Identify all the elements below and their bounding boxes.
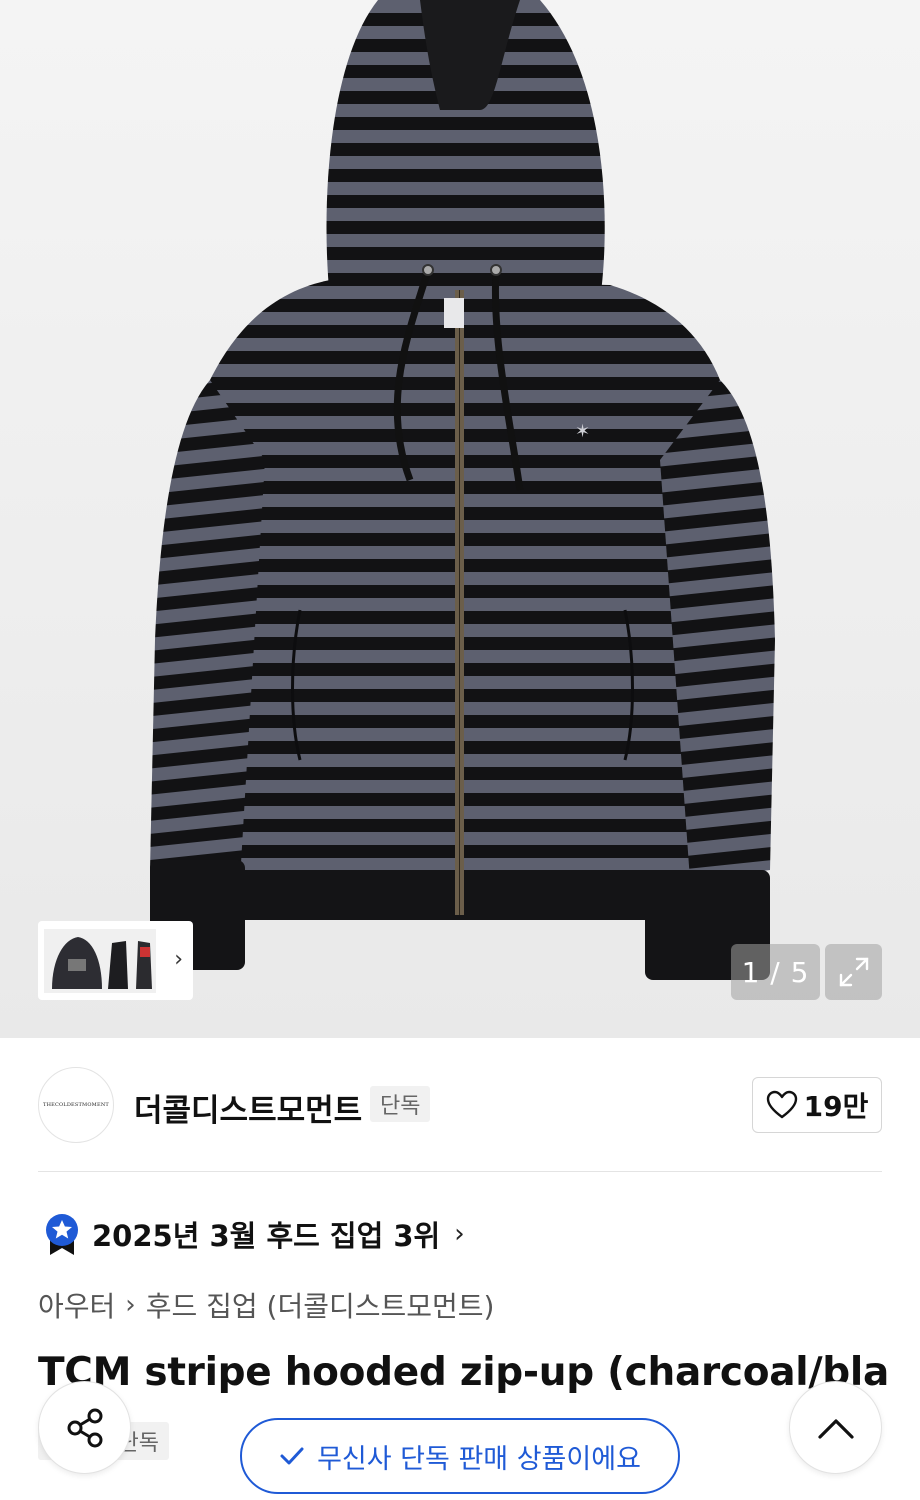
- check-icon: [280, 1447, 304, 1465]
- product-photo: ✶: [150, 0, 775, 980]
- expand-button[interactable]: [825, 944, 882, 1000]
- brand-logo-text: THECOLDESTMOMENT: [43, 1102, 109, 1108]
- brand-logo[interactable]: THECOLDESTMOMENT: [38, 1067, 114, 1143]
- ranking-link[interactable]: 2025년 3월 후드 집업 3위 ›: [44, 1212, 465, 1256]
- brand-row: THECOLDESTMOMENT 더콜디스트모먼트 단독 19만: [38, 1067, 882, 1143]
- exclusive-notice-text: 무신사 단독 판매 상품이에요: [317, 1443, 641, 1475]
- expand-icon: [839, 957, 868, 987]
- chevron-right-icon: ›: [125, 1290, 136, 1320]
- heart-icon: [766, 1090, 797, 1119]
- product-title: TCM stripe hooded zip-up (charcoal/black…: [38, 1350, 888, 1395]
- like-button[interactable]: 19만: [752, 1077, 882, 1133]
- exclusive-badge: 단독: [370, 1086, 431, 1122]
- share-button[interactable]: [38, 1381, 131, 1474]
- like-count: 19만: [803, 1090, 869, 1123]
- scroll-top-button[interactable]: [789, 1381, 882, 1474]
- brand-name[interactable]: 더콜디스트모먼트: [134, 1085, 362, 1130]
- ranking-text: 2025년 3월 후드 집업 3위: [92, 1219, 441, 1253]
- image-counter: 1 / 5: [731, 944, 820, 1000]
- product-image-gallery[interactable]: ✶ › 1 / 5: [0, 0, 920, 1038]
- thumbnail-strip[interactable]: ›: [38, 921, 193, 1000]
- chevron-right-icon: ›: [174, 947, 183, 972]
- chevron-up-icon: [817, 1418, 854, 1439]
- breadcrumb-category[interactable]: 아우터: [38, 1285, 115, 1325]
- exclusive-notice-pill[interactable]: 무신사 단독 판매 상품이에요: [240, 1418, 680, 1494]
- ranking-badge-icon: [46, 1214, 78, 1255]
- share-icon: [67, 1408, 102, 1447]
- divider: [38, 1171, 882, 1172]
- chevron-right-icon: ›: [454, 1219, 465, 1249]
- svg-text:✶: ✶: [575, 421, 590, 442]
- breadcrumb: 아우터 › 후드 집업 (더콜디스트모먼트): [38, 1285, 494, 1325]
- breadcrumb-subcategory[interactable]: 후드 집업 (더콜디스트모먼트): [146, 1285, 495, 1325]
- thumbnail-images: [44, 928, 156, 993]
